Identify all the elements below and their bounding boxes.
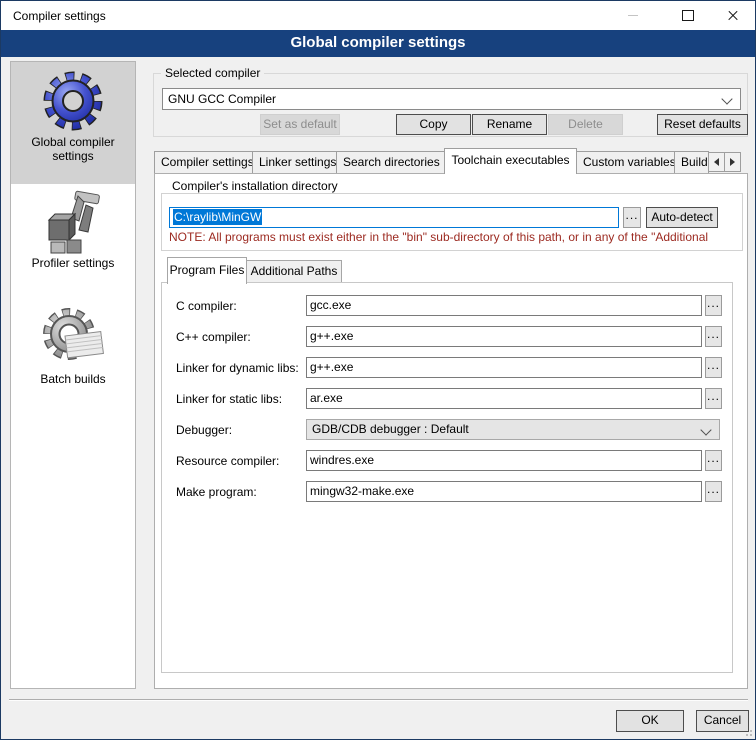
maximize-button[interactable] <box>665 1 710 30</box>
tab-custom-variables[interactable]: Custom variables <box>576 151 675 173</box>
tab-linker-settings[interactable]: Linker settings <box>252 151 337 173</box>
selected-compiler-group: Selected compiler GNU GCC Compiler Set a… <box>153 73 748 137</box>
sidebar-item-global-compiler-settings[interactable]: Global compiler settings <box>11 62 135 184</box>
ok-button[interactable]: OK <box>616 710 684 732</box>
browse-resource-compiler-button[interactable]: ... <box>705 450 722 471</box>
make-program-input[interactable]: mingw32-make.exe <box>306 481 702 502</box>
note-text: NOTE: All programs must exist either in … <box>169 230 742 244</box>
close-icon <box>727 10 739 22</box>
subtab-program-files[interactable]: Program Files <box>167 257 247 284</box>
field-value: g++.exe <box>310 360 353 374</box>
tab-scroll-left-button[interactable] <box>708 152 725 172</box>
sidebar-item-profiler-settings[interactable]: Profiler settings <box>11 190 135 278</box>
title-bar: Compiler settings <box>1 1 755 30</box>
gray-gear-stack-icon <box>41 306 105 370</box>
debugger-select-value: GDB/CDB debugger : Default <box>312 422 469 436</box>
delete-button: Delete <box>548 114 623 135</box>
program-files-panel: C compiler: gcc.exe ... C++ compiler: g+… <box>161 282 733 673</box>
tab-compiler-settings[interactable]: Compiler settings <box>154 151 253 173</box>
caliper-icon <box>41 190 105 254</box>
group-title: Compiler's installation directory <box>168 179 342 193</box>
resize-grip[interactable] <box>742 726 752 736</box>
page-title: Global compiler settings <box>1 30 755 57</box>
sidebar-item-batch-builds[interactable]: Batch builds <box>11 306 135 394</box>
browse-linker-static-button[interactable]: ... <box>705 388 722 409</box>
resource-compiler-input[interactable]: windres.exe <box>306 450 702 471</box>
subtab-additional-paths[interactable]: Additional Paths <box>246 260 342 283</box>
close-button[interactable] <box>710 1 755 30</box>
arrow-left-icon <box>714 158 719 166</box>
linker-dynamic-input[interactable]: g++.exe <box>306 357 702 378</box>
field-label: Linker for dynamic libs: <box>176 361 299 375</box>
reset-defaults-button[interactable]: Reset defaults <box>657 114 748 135</box>
browse-cpp-compiler-button[interactable]: ... <box>705 326 722 347</box>
installation-directory-input[interactable]: C:\raylib\MinGW <box>169 207 619 228</box>
minimize-button <box>610 1 655 30</box>
blue-gear-icon <box>41 69 105 133</box>
arrow-right-icon <box>730 158 735 166</box>
browse-linker-dynamic-button[interactable]: ... <box>705 357 722 378</box>
rename-button[interactable]: Rename <box>472 114 547 135</box>
field-value: gcc.exe <box>310 298 351 312</box>
sidebar-item-label: Profiler settings <box>11 256 135 278</box>
field-value: ar.exe <box>310 391 343 405</box>
field-label: Linker for static libs: <box>176 392 282 406</box>
compiler-settings-dialog: Compiler settings Global compiler settin… <box>0 0 756 740</box>
field-label: Debugger: <box>176 423 232 437</box>
field-value: g++.exe <box>310 329 353 343</box>
compiler-select[interactable]: GNU GCC Compiler <box>162 88 741 110</box>
auto-detect-button[interactable]: Auto-detect <box>646 207 718 228</box>
browse-make-program-button[interactable]: ... <box>705 481 722 502</box>
browse-directory-button[interactable]: ... <box>623 207 641 228</box>
field-label: Resource compiler: <box>176 454 279 468</box>
settings-category-list: Global compiler settings Profiler settin… <box>10 61 136 689</box>
sidebar-item-label: Batch builds <box>11 372 135 394</box>
group-title: Selected compiler <box>161 66 264 80</box>
footer-divider <box>9 699 748 701</box>
chevron-down-icon <box>721 93 732 104</box>
cpp-compiler-input[interactable]: g++.exe <box>306 326 702 347</box>
minimize-icon <box>628 15 638 16</box>
compiler-select-value: GNU GCC Compiler <box>168 92 276 106</box>
browse-c-compiler-button[interactable]: ... <box>705 295 722 316</box>
field-value: mingw32-make.exe <box>310 484 414 498</box>
sidebar-item-label: Global compiler settings <box>11 135 135 171</box>
tab-build-clipped[interactable]: Build <box>674 151 709 173</box>
selected-text: C:\raylib\MinGW <box>173 209 262 225</box>
set-as-default-button: Set as default <box>260 114 340 135</box>
chevron-down-icon <box>700 424 711 435</box>
tab-toolchain-executables[interactable]: Toolchain executables <box>444 148 577 174</box>
field-label: C++ compiler: <box>176 330 251 344</box>
tab-search-directories[interactable]: Search directories <box>336 151 445 173</box>
maximize-icon <box>682 10 694 21</box>
tab-scroll-right-button[interactable] <box>724 152 741 172</box>
c-compiler-input[interactable]: gcc.exe <box>306 295 702 316</box>
field-value: windres.exe <box>310 453 374 467</box>
field-label: C compiler: <box>176 299 237 313</box>
toolchain-executables-page: Compiler's installation directory C:\ray… <box>154 173 748 689</box>
field-label: Make program: <box>176 485 257 499</box>
window-title: Compiler settings <box>13 9 106 23</box>
linker-static-input[interactable]: ar.exe <box>306 388 702 409</box>
copy-button[interactable]: Copy <box>396 114 471 135</box>
debugger-select[interactable]: GDB/CDB debugger : Default <box>306 419 720 440</box>
